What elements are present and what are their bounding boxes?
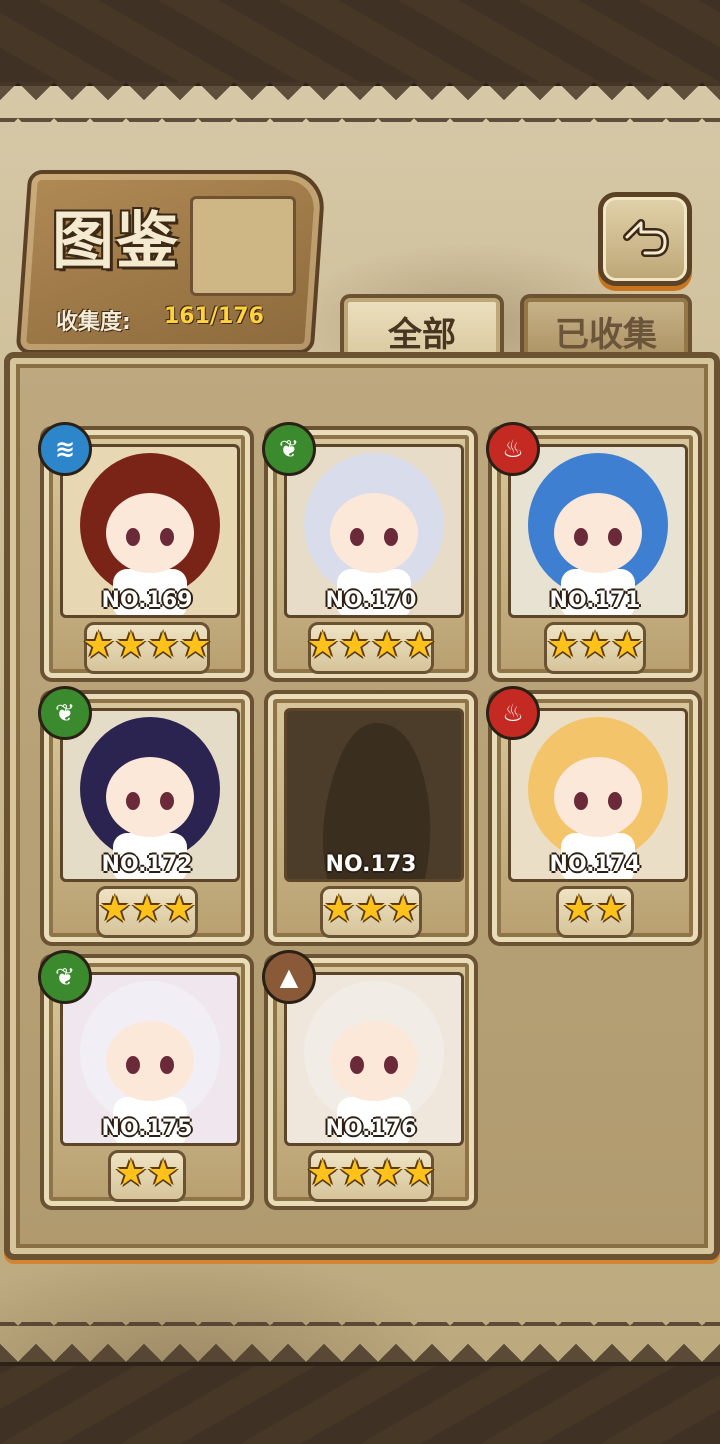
star-rating: ★ ★ ★ [44, 890, 250, 930]
star-rating: ★ ★ ★ [268, 890, 474, 930]
star-icon: ★ [114, 625, 147, 666]
leaf-icon: ❦ [262, 422, 316, 476]
star-icon: ★ [322, 889, 355, 930]
star-icon: ★ [546, 625, 579, 666]
star-rating: ★ ★ ★ ★ [44, 626, 250, 666]
star-icon: ★ [179, 625, 212, 666]
card-number: NO.170 [325, 588, 417, 613]
card-number: NO.176 [325, 1116, 417, 1141]
leaf-icon: ❦ [38, 950, 92, 1004]
character-card[interactable]: NO.171 ★ ★ ★ ♨ [486, 422, 702, 682]
star-icon: ★ [387, 889, 420, 930]
star-icon: ★ [595, 889, 628, 930]
star-icon: ★ [354, 889, 388, 930]
character-card[interactable]: NO.176 ★ ★ ★ ★ ▲ [262, 950, 478, 1210]
card-number: NO.169 [101, 588, 193, 613]
card-grid-panel[interactable]: NO.169 ★ ★ ★ ★ ≋ NO.170 ★ ★ ★ ★ ❦ NO.171 ★ ★ ★ ♨ NO.172 ★ ★… [4, 352, 720, 1260]
star-icon: ★ [562, 889, 595, 930]
star-icon: ★ [98, 889, 131, 930]
character-card[interactable]: NO.175 ★ ★ ❦ [38, 950, 254, 1210]
star-icon: ★ [306, 625, 339, 666]
star-icon: ★ [147, 625, 180, 666]
star-icon: ★ [403, 625, 436, 666]
star-icon: ★ [403, 1153, 436, 1194]
card-number: NO.171 [549, 588, 641, 613]
character-card[interactable]: NO.172 ★ ★ ★ ❦ [38, 686, 254, 946]
star-icon: ★ [163, 889, 196, 930]
character-card[interactable]: NO.174 ★ ★ ♨ [486, 686, 702, 946]
flame-icon: ♨ [486, 422, 540, 476]
card-number: NO.172 [101, 852, 193, 877]
star-rating: ★ ★ [44, 1154, 250, 1194]
star-rating: ★ ★ ★ ★ [268, 1154, 474, 1194]
collection-progress: 161/176 [164, 304, 264, 329]
zigzag-trim-bottom [0, 1322, 720, 1362]
water-wave-icon: ≋ [38, 422, 92, 476]
bottom-border-band [0, 1362, 720, 1444]
flame-icon: ♨ [486, 686, 540, 740]
return-arrow-icon [623, 219, 669, 257]
star-icon: ★ [371, 625, 404, 666]
character-card[interactable]: NO.173 ★ ★ ★ [264, 690, 478, 946]
star-icon: ★ [114, 1153, 147, 1194]
book-page-icon [190, 196, 296, 296]
star-icon: ★ [611, 625, 644, 666]
star-rating: ★ ★ ★ [492, 626, 698, 666]
card-number: NO.173 [325, 852, 417, 877]
card-number: NO.174 [549, 852, 641, 877]
zigzag-trim-top [0, 82, 720, 122]
star-icon: ★ [338, 1153, 371, 1194]
star-icon: ★ [338, 625, 371, 666]
card-number: NO.175 [101, 1116, 193, 1141]
top-border-band [0, 0, 720, 86]
star-icon: ★ [147, 1153, 180, 1194]
leaf-icon: ❦ [38, 686, 92, 740]
mountain-icon: ▲ [262, 950, 316, 1004]
star-icon: ★ [82, 625, 115, 666]
page-title: 图鉴 [52, 204, 181, 277]
star-icon: ★ [371, 1153, 404, 1194]
character-card[interactable]: NO.169 ★ ★ ★ ★ ≋ [38, 422, 254, 682]
star-icon: ★ [306, 1153, 339, 1194]
character-card[interactable]: NO.170 ★ ★ ★ ★ ❦ [262, 422, 478, 682]
star-rating: ★ ★ ★ ★ [268, 626, 474, 666]
star-rating: ★ ★ [492, 890, 698, 930]
star-icon: ★ [130, 889, 164, 930]
back-button[interactable] [598, 192, 692, 286]
collection-label: 收集度: [56, 310, 131, 335]
star-icon: ★ [578, 625, 612, 666]
